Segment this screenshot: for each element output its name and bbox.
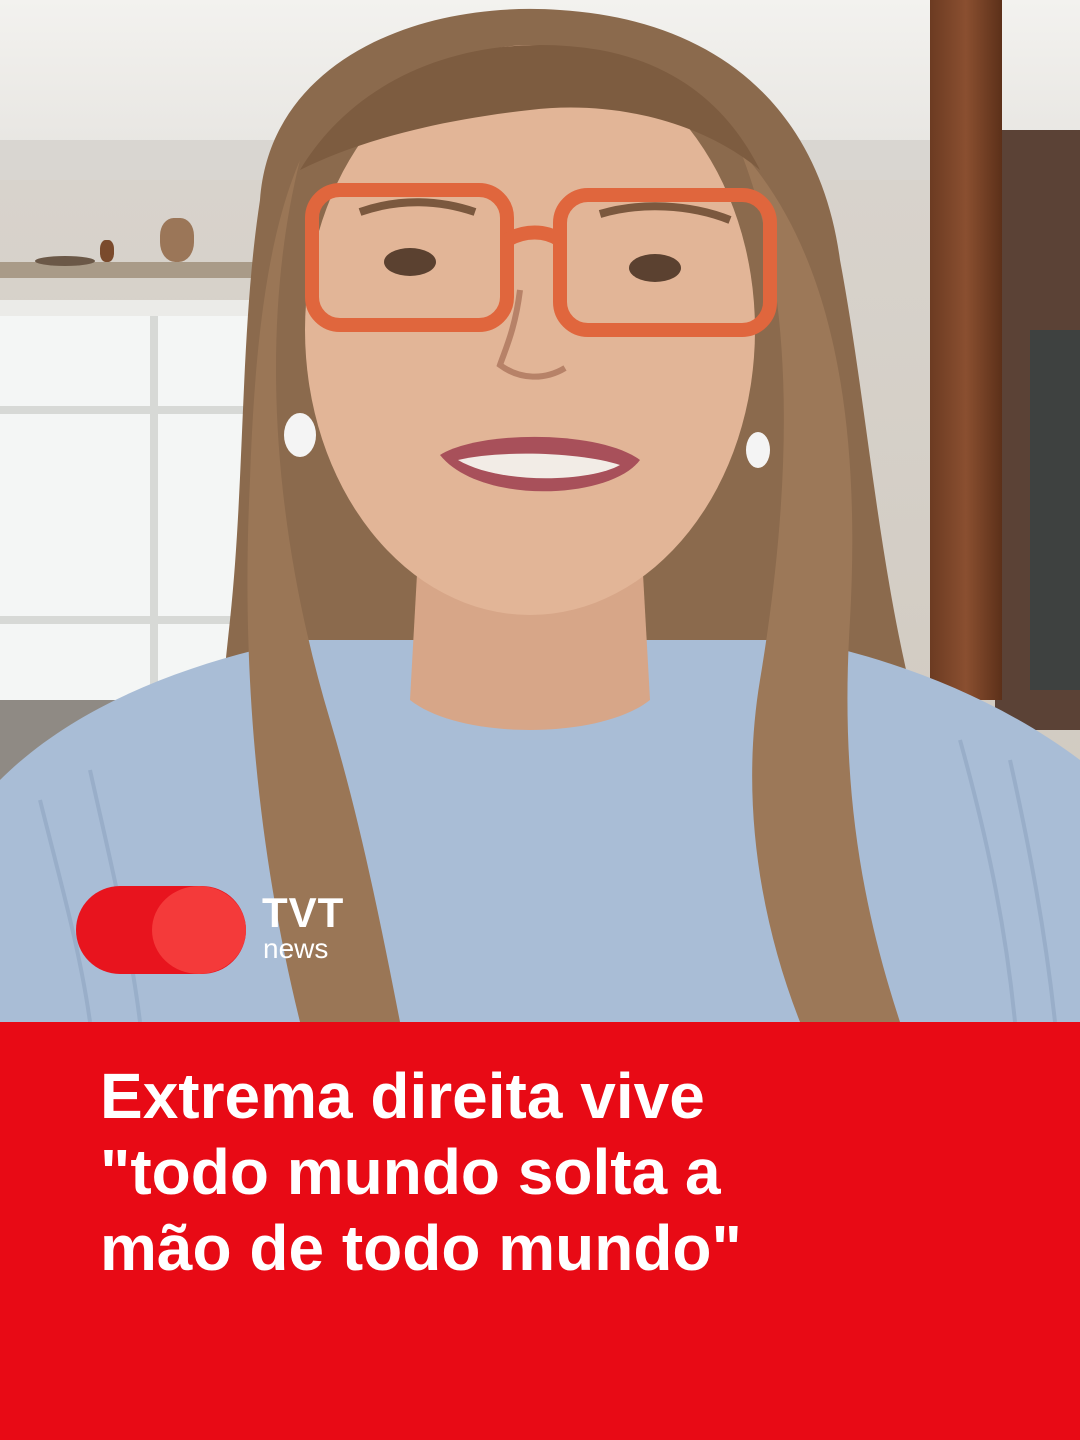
headline-line-3: mão de todo mundo"	[100, 1212, 742, 1284]
headline: Extrema direita vive "todo mundo solta a…	[100, 1058, 1000, 1286]
earbud-right	[746, 432, 770, 468]
earbud-left	[284, 413, 316, 457]
headline-line-1: Extrema direita vive	[100, 1060, 705, 1132]
video-frame: TVT news	[0, 0, 1080, 1022]
tvt-news-logo: TVT news	[76, 886, 376, 976]
logo-dot	[152, 886, 246, 974]
logo-brand-text: TVT	[262, 889, 345, 936]
logo-sub-text: news	[263, 933, 329, 964]
speaker-illustration	[0, 8, 1080, 1022]
headline-line-2: "todo mundo solta a	[100, 1136, 721, 1208]
